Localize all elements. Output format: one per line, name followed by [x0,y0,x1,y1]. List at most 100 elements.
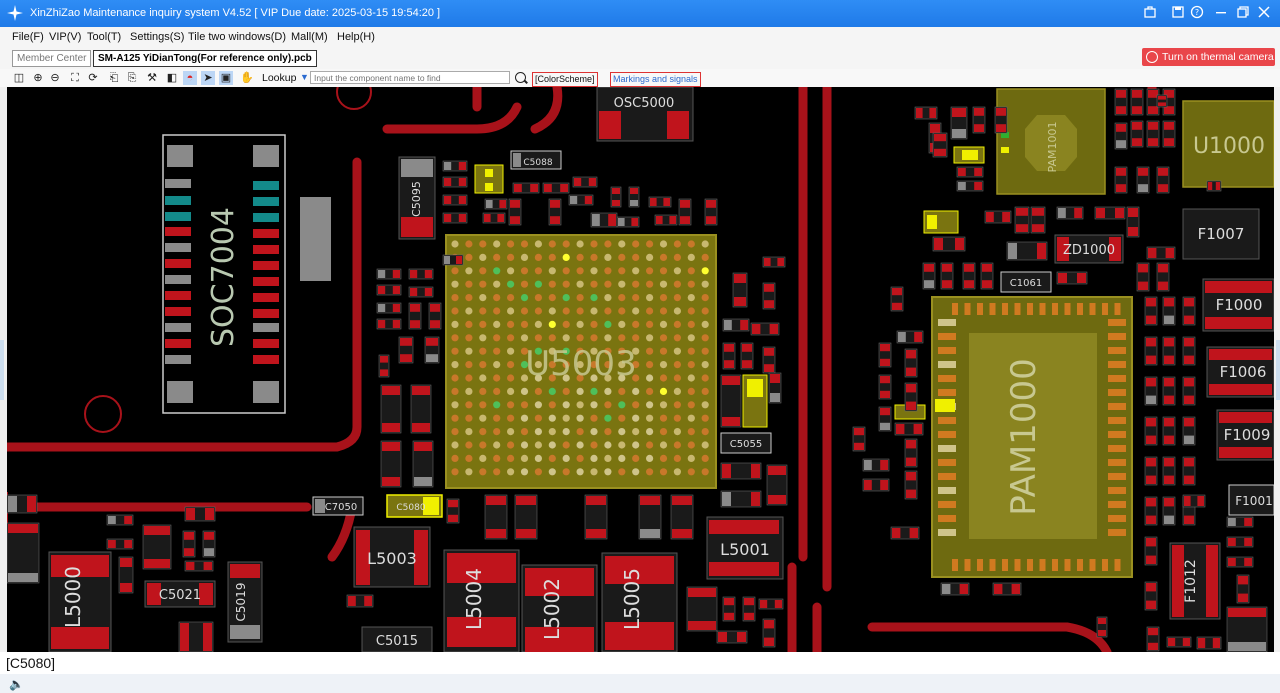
smd-component[interactable] [1162,336,1176,366]
smd-component[interactable] [950,106,968,140]
flip-top-icon[interactable]: ⎗ [107,71,121,85]
component-c5019[interactable]: C5019 [227,561,263,643]
smd-component[interactable] [446,498,460,524]
smd-component[interactable] [590,212,618,228]
tab-member-center[interactable]: Member Center [12,50,92,67]
smd-component[interactable] [878,406,892,432]
smd-component[interactable] [852,426,866,452]
smd-component[interactable] [1162,120,1176,148]
smd-component[interactable] [1162,496,1176,526]
smd-component[interactable] [1126,206,1140,238]
smd-component[interactable] [1056,206,1084,220]
component-f1001[interactable]: F1001 [1228,484,1274,516]
smd-component[interactable] [106,514,134,526]
smd-component[interactable] [720,462,762,480]
smd-component[interactable] [1114,122,1128,150]
smd-component[interactable] [7,522,40,584]
menu-mall[interactable]: Mall(M) [291,31,328,43]
zoom-out-icon[interactable]: ⊖ [48,71,62,85]
smd-component[interactable] [408,286,434,298]
pcb-board-view[interactable]: SOC7004 U5003 PAM1000 PAM1001 U1000 OSC5… [7,87,1274,652]
smd-component[interactable] [1156,262,1170,292]
component-f1012[interactable]: F1012 [1169,542,1221,620]
smd-component[interactable] [1226,536,1254,548]
smd-component[interactable] [1144,376,1158,406]
smd-component[interactable] [1236,574,1250,604]
smd-component[interactable] [1162,296,1176,326]
smd-component[interactable] [1014,206,1030,234]
smd-component[interactable] [1114,88,1128,116]
component-f1000[interactable]: F1000 [1202,278,1274,332]
smd-component[interactable] [972,106,986,134]
smd-component[interactable] [1144,296,1158,326]
smd-component[interactable] [1114,166,1128,194]
smd-component[interactable] [1206,180,1222,192]
smd-component[interactable] [1136,262,1150,292]
smd-component[interactable] [484,198,508,210]
smd-component[interactable] [376,284,402,296]
smd-component[interactable] [904,438,918,468]
smd-component[interactable] [202,530,216,558]
component-f1007[interactable]: F1007 [1182,208,1260,260]
smd-component[interactable] [1130,120,1144,148]
smd-component[interactable] [568,194,594,206]
smd-component[interactable] [442,212,468,224]
component-osc5000[interactable]: OSC5000 [596,87,694,142]
smd-component[interactable] [980,262,994,290]
right-panel-handle[interactable] [1276,340,1280,400]
smd-component[interactable] [904,348,918,378]
smd-component[interactable] [862,478,890,492]
smd-component[interactable] [1146,626,1160,652]
smd-component[interactable] [894,422,924,436]
smd-component[interactable] [380,384,402,434]
smd-component[interactable] [914,106,938,120]
component-c5095[interactable]: C5095 [398,156,436,240]
smd-component[interactable] [1144,496,1158,526]
component-u5003[interactable]: U5003 [445,234,717,489]
component-l5002[interactable]: L5002 [521,564,598,652]
smd-component[interactable] [482,212,506,224]
help-icon[interactable]: ? [1189,5,1205,21]
smd-component[interactable] [940,262,954,290]
image-view-icon[interactable]: ▣ [219,71,233,85]
smd-component[interactable] [572,176,598,188]
smd-component[interactable] [878,342,892,368]
smd-component[interactable] [376,302,402,314]
smd-component[interactable] [508,198,522,226]
flip-bottom-icon[interactable]: ⎘ [125,71,139,85]
component-c7050[interactable]: C7050 [312,496,364,516]
save-icon[interactable] [1170,5,1186,21]
component-l5003[interactable]: L5003 [353,526,431,588]
smd-component[interactable] [184,560,214,572]
smd-component[interactable] [862,458,890,472]
component-zd1000[interactable]: ZD1000 [1054,234,1124,264]
net-highlight-icon[interactable]: ◓ [183,71,197,85]
smd-component[interactable] [378,354,390,378]
split-view-icon[interactable]: ◫ [12,71,26,85]
component-l5000[interactable]: L5000 [48,551,112,652]
smd-component[interactable] [940,582,970,596]
smd-component[interactable] [7,494,38,514]
smd-component[interactable] [720,490,762,508]
smd-component[interactable] [1226,516,1254,528]
smd-component[interactable] [992,582,1022,596]
smd-component[interactable] [428,302,442,330]
smd-component[interactable] [424,336,440,364]
smd-component[interactable] [638,494,662,540]
left-panel-handle[interactable] [0,340,4,400]
smd-component[interactable] [514,494,538,540]
pointer-icon[interactable]: ➤ [201,71,215,85]
smd-component[interactable] [932,236,966,252]
rotate-icon[interactable]: ⟳ [86,71,100,85]
smd-component[interactable] [720,374,742,428]
smd-component[interactable] [648,196,672,208]
smd-component[interactable] [722,342,736,370]
smd-component[interactable] [722,318,750,332]
smd-component[interactable] [346,594,374,608]
smd-component[interactable] [1146,120,1160,148]
smd-component[interactable] [1196,636,1222,650]
smd-component[interactable] [106,538,134,550]
smd-component[interactable] [762,256,786,268]
zoom-in-icon[interactable]: ⊕ [31,71,45,85]
smd-component[interactable] [412,440,434,488]
